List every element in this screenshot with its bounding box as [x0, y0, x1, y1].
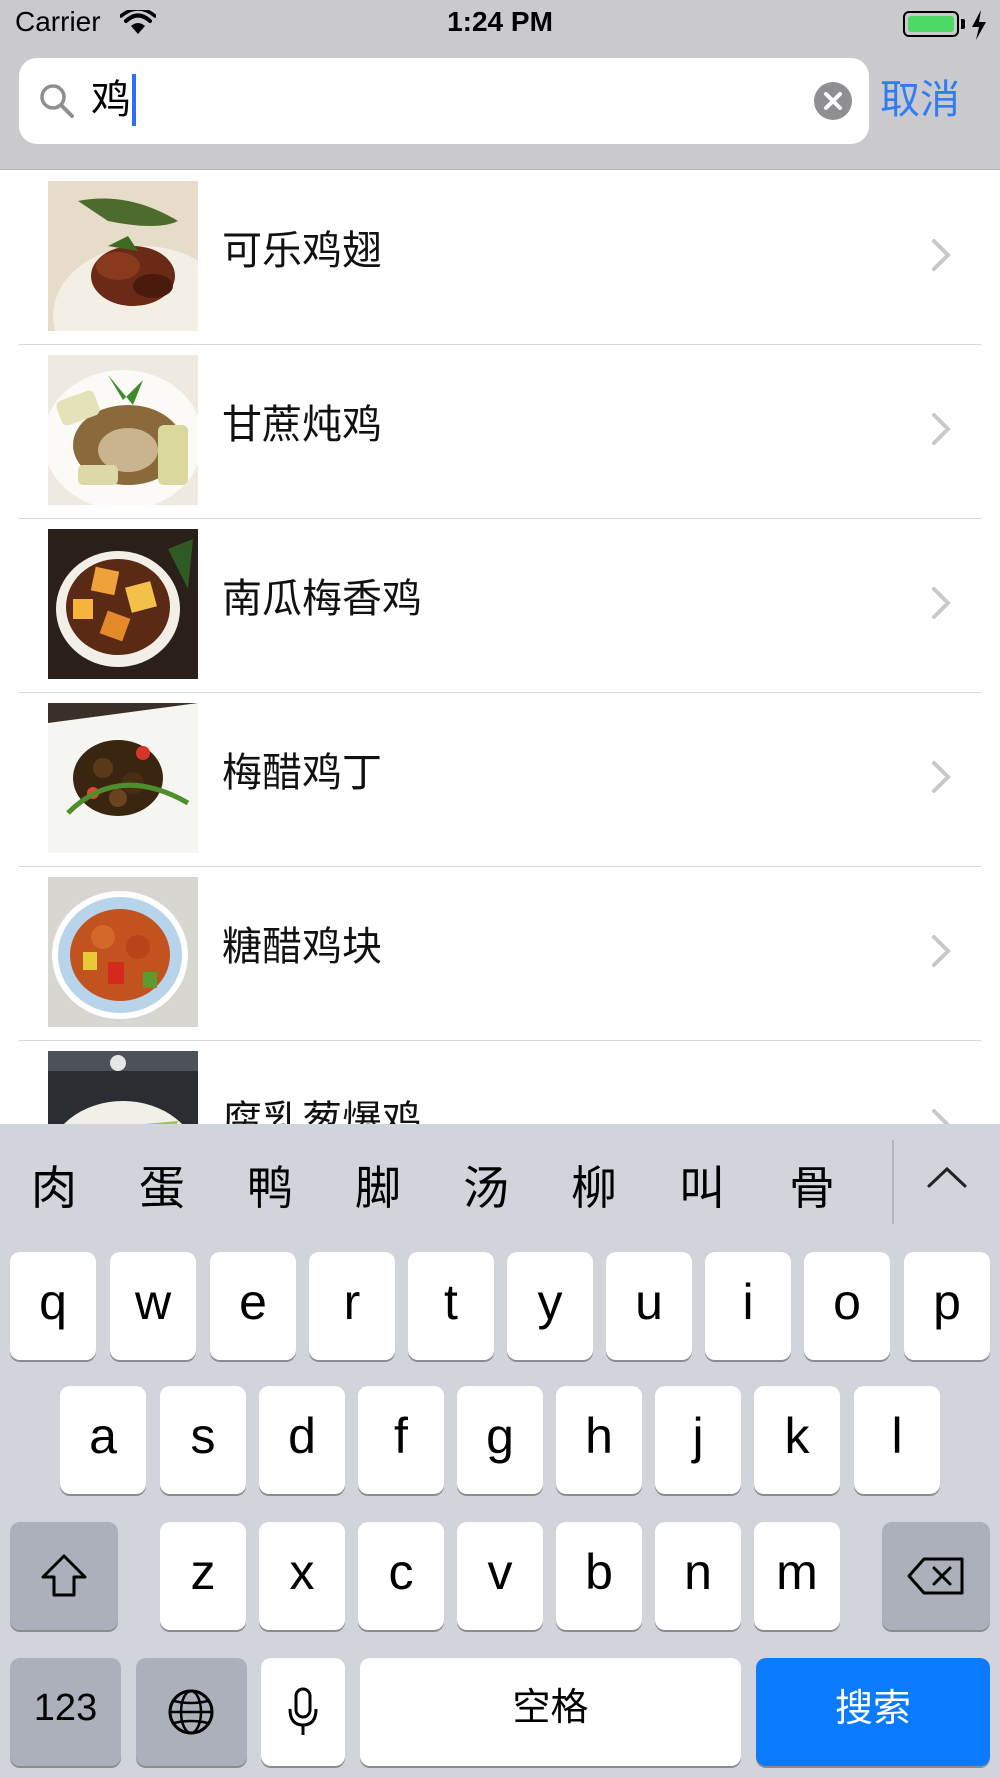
- dish-thumbnail: [48, 703, 198, 853]
- key-r[interactable]: r: [309, 1252, 395, 1360]
- result-row[interactable]: 糖醋鸡块: [0, 867, 1000, 1041]
- text-caret: [132, 74, 136, 126]
- candidate-word[interactable]: 汤: [436, 1152, 536, 1218]
- key-a[interactable]: a: [60, 1386, 146, 1494]
- dictation-key[interactable]: [261, 1658, 345, 1766]
- dish-thumbnail: [48, 355, 198, 505]
- chevron-right-icon: [932, 239, 951, 271]
- result-title: 南瓜梅香鸡: [222, 576, 422, 622]
- key-y[interactable]: y: [507, 1252, 593, 1360]
- globe-key[interactable]: [136, 1658, 247, 1766]
- result-title: 腐乳葱爆鸡: [222, 1098, 422, 1124]
- result-title: 梅醋鸡丁: [222, 750, 382, 796]
- key-u[interactable]: u: [606, 1252, 692, 1360]
- dish-thumbnail: [48, 529, 198, 679]
- globe-icon: [168, 1689, 214, 1735]
- result-title: 可乐鸡翅: [222, 228, 382, 274]
- result-row[interactable]: 甘蔗炖鸡: [0, 345, 1000, 519]
- key-n[interactable]: n: [655, 1522, 741, 1630]
- search-submit-key[interactable]: 搜索: [756, 1658, 990, 1766]
- candidate-bar: 肉 蛋 鸭 脚 汤 柳 叫 骨: [0, 1124, 1000, 1240]
- keyboard: 肉 蛋 鸭 脚 汤 柳 叫 骨 q w e r t y u i o p a s …: [0, 1124, 1000, 1778]
- charging-bolt-icon: [972, 10, 986, 40]
- candidate-word[interactable]: 脚: [328, 1152, 428, 1218]
- status-time: 1:24 PM: [447, 6, 553, 37]
- key-z[interactable]: z: [160, 1522, 246, 1630]
- candidate-word[interactable]: 蛋: [112, 1152, 212, 1218]
- chevron-right-icon: [932, 587, 951, 619]
- chevron-up-icon[interactable]: [925, 1164, 969, 1190]
- dish-thumbnail: [48, 1051, 198, 1124]
- key-o[interactable]: o: [804, 1252, 890, 1360]
- result-title: 糖醋鸡块: [222, 924, 382, 970]
- battery-icon: [903, 11, 959, 37]
- shift-arrow-icon: [41, 1554, 87, 1597]
- key-c[interactable]: c: [358, 1522, 444, 1630]
- key-h[interactable]: h: [556, 1386, 642, 1494]
- search-field-value[interactable]: 鸡: [91, 74, 136, 126]
- backspace-icon: [907, 1557, 964, 1595]
- key-q[interactable]: q: [10, 1252, 96, 1360]
- key-m[interactable]: m: [754, 1522, 840, 1630]
- chevron-right-icon: [932, 1109, 950, 1124]
- key-p[interactable]: p: [904, 1252, 990, 1360]
- result-row[interactable]: 可乐鸡翅: [0, 171, 1000, 345]
- key-s[interactable]: s: [160, 1386, 246, 1494]
- candidate-word[interactable]: 肉: [4, 1152, 104, 1218]
- search-results-list[interactable]: 可乐鸡翅 甘蔗炖鸡 南瓜梅香鸡 梅醋鸡丁 糖醋鸡块 腐乳葱爆鸡: [0, 171, 1000, 1124]
- clear-text-icon[interactable]: [814, 82, 852, 120]
- result-row[interactable]: 梅醋鸡丁: [0, 693, 1000, 867]
- search-text: 鸡: [91, 77, 131, 123]
- key-f[interactable]: f: [358, 1386, 444, 1494]
- search-icon: [40, 84, 74, 118]
- status-bar: Carrier 1:24 PM: [0, 0, 1000, 52]
- key-b[interactable]: b: [556, 1522, 642, 1630]
- search-input[interactable]: 鸡: [19, 58, 869, 144]
- numbers-key[interactable]: 123: [10, 1658, 121, 1766]
- battery-tip: [961, 19, 965, 29]
- key-i[interactable]: i: [705, 1252, 791, 1360]
- candidate-word[interactable]: 骨: [762, 1152, 862, 1218]
- shift-key[interactable]: [10, 1522, 118, 1630]
- result-row[interactable]: 腐乳葱爆鸡: [0, 1041, 1000, 1124]
- dish-thumbnail: [48, 877, 198, 1027]
- chevron-right-icon: [932, 935, 951, 967]
- dish-thumbnail: [48, 181, 198, 331]
- key-v[interactable]: v: [457, 1522, 543, 1630]
- key-x[interactable]: x: [259, 1522, 345, 1630]
- result-title: 甘蔗炖鸡: [222, 402, 382, 448]
- key-t[interactable]: t: [408, 1252, 494, 1360]
- backspace-key[interactable]: [882, 1522, 990, 1630]
- candidate-word[interactable]: 柳: [544, 1152, 644, 1218]
- chevron-right-icon: [932, 761, 951, 793]
- result-row[interactable]: 南瓜梅香鸡: [0, 519, 1000, 693]
- search-header: Carrier 1:24 PM 鸡 取消: [0, 0, 1000, 170]
- key-k[interactable]: k: [754, 1386, 840, 1494]
- key-j[interactable]: j: [655, 1386, 741, 1494]
- space-key[interactable]: 空格: [360, 1658, 741, 1766]
- key-w[interactable]: w: [110, 1252, 196, 1360]
- key-l[interactable]: l: [854, 1386, 940, 1494]
- key-e[interactable]: e: [210, 1252, 296, 1360]
- candidate-divider: [892, 1140, 894, 1224]
- cancel-button[interactable]: 取消: [880, 70, 990, 130]
- key-g[interactable]: g: [457, 1386, 543, 1494]
- candidate-word[interactable]: 鸭: [220, 1152, 320, 1218]
- key-d[interactable]: d: [259, 1386, 345, 1494]
- microphone-icon: [288, 1687, 318, 1735]
- candidate-word[interactable]: 叫: [652, 1152, 752, 1218]
- chevron-right-icon: [932, 413, 951, 445]
